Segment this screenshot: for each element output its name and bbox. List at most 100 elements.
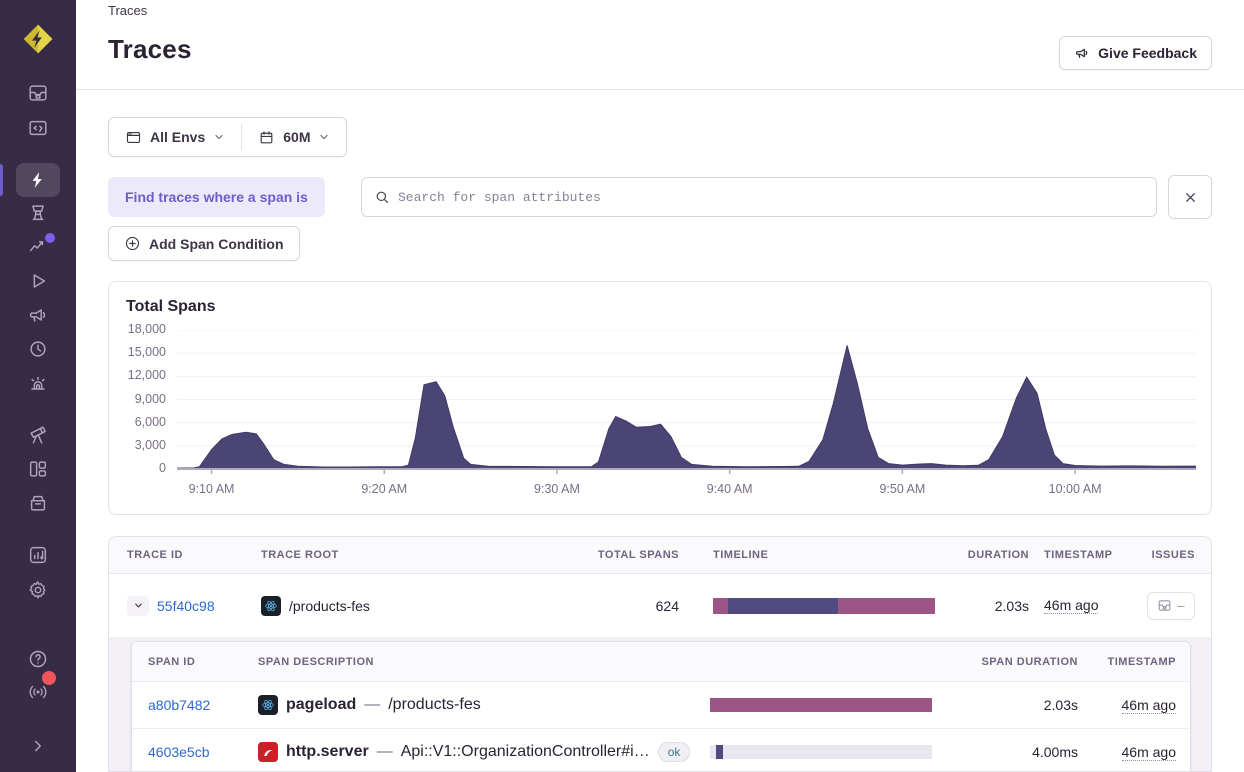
- span-description: /products-fes: [388, 696, 480, 714]
- span-description: Api::V1::OrganizationController#i…: [401, 743, 650, 761]
- sidebar-item-releases[interactable]: [16, 486, 60, 520]
- duration-bar-track: [710, 745, 932, 759]
- col-timestamp: TIMESTAMP: [1029, 549, 1119, 561]
- sidebar: [0, 0, 76, 772]
- dash-separator: —: [377, 743, 393, 761]
- find-traces-chip[interactable]: Find traces where a span is: [108, 177, 325, 217]
- close-icon: [1183, 190, 1198, 205]
- span-status-badge: ok: [658, 742, 691, 762]
- window-icon: [125, 129, 142, 146]
- x-axis-tick-label: 9:30 AM: [522, 482, 592, 496]
- sidebar-item-help[interactable]: [16, 642, 60, 676]
- expand-trace-button[interactable]: [127, 596, 149, 616]
- duration-bar-fill: [710, 698, 932, 712]
- telescope-icon: [27, 424, 49, 446]
- search-input[interactable]: [398, 190, 1144, 205]
- expanded-trace-zone: SPAN ID SPAN DESCRIPTION SPAN DURATION T…: [109, 637, 1211, 772]
- issues-icon: [1157, 598, 1172, 613]
- traces-lightning-icon: [28, 170, 48, 190]
- span-timestamp[interactable]: 46m ago: [1122, 744, 1176, 761]
- span-duration-bar: [710, 745, 932, 759]
- span-timestamp[interactable]: 46m ago: [1122, 697, 1176, 714]
- span-duration-bar: [710, 698, 932, 712]
- chevron-right-icon: [29, 737, 47, 755]
- sidebar-item-settings[interactable]: [16, 573, 60, 607]
- sidebar-item-stats[interactable]: [16, 538, 60, 572]
- span-id-link[interactable]: 4603e5cb: [148, 744, 210, 760]
- x-axis-tick-label: 9:40 AM: [695, 482, 765, 496]
- sidebar-item-replays[interactable]: [16, 264, 60, 298]
- environment-filter-label: All Envs: [150, 129, 205, 145]
- sidebar-collapse-button[interactable]: [16, 729, 60, 763]
- help-icon: [27, 648, 49, 670]
- environment-filter-button[interactable]: All Envs: [109, 118, 241, 156]
- trace-timeline-bar: [713, 598, 935, 614]
- timeline-cell: [713, 598, 939, 614]
- active-nav-indicator: [0, 164, 3, 196]
- col-timeline: TIMELINE: [713, 549, 939, 561]
- y-axis-tick-label: 15,000: [86, 345, 166, 359]
- megaphone-icon: [1074, 45, 1090, 61]
- timeline-segment: [728, 598, 838, 614]
- time-range-filter-label: 60M: [283, 129, 310, 145]
- siren-icon: [27, 373, 49, 395]
- chart-title: Total Spans: [126, 298, 216, 316]
- megaphone-icon: [27, 304, 49, 326]
- sidebar-item-discover[interactable]: [16, 418, 60, 452]
- span-id-link[interactable]: a80b7482: [148, 697, 210, 713]
- span-row: 4603e5cb http.server — Api::V1::Organiza…: [132, 729, 1190, 772]
- span-duration-value: 2.03s: [932, 697, 1078, 713]
- x-axis-tick-label: 10:00 AM: [1040, 482, 1110, 496]
- sidebar-item-dashboards[interactable]: [16, 452, 60, 486]
- find-traces-chip-label: Find traces where a span is: [125, 189, 308, 205]
- trace-issues-button[interactable]: –: [1147, 592, 1195, 620]
- rails-icon: [258, 742, 278, 762]
- timestamp-cell: 46m ago: [1029, 597, 1119, 614]
- timeline-segment: [713, 598, 728, 614]
- sidebar-item-profiling[interactable]: [16, 196, 60, 230]
- sidebar-item-issues[interactable]: [16, 76, 60, 110]
- timeline-segment: [838, 598, 935, 614]
- dash-separator: —: [364, 696, 380, 714]
- trace-id-cell: 55f40c98: [127, 596, 261, 616]
- releases-archive-icon: [27, 492, 49, 514]
- breadcrumb[interactable]: Traces: [108, 3, 147, 18]
- sidebar-item-feedback[interactable]: [16, 298, 60, 332]
- clear-search-button[interactable]: [1168, 175, 1212, 219]
- stats-icon: [27, 544, 49, 566]
- y-axis-tick-label: 3,000: [86, 438, 166, 452]
- traces-table-header: TRACE ID TRACE ROOT TOTAL SPANS TIMELINE…: [109, 537, 1211, 574]
- clock-icon: [27, 338, 49, 360]
- sidebar-item-alerts[interactable]: [16, 367, 60, 401]
- page-filter-bar: All Envs 60M: [108, 117, 347, 157]
- chevron-down-icon: [213, 131, 225, 143]
- col-span-timestamp: TIMESTAMP: [1078, 656, 1176, 668]
- org-logo-icon: [21, 22, 55, 56]
- x-axis-tick-label: 9:50 AM: [867, 482, 937, 496]
- span-duration-value: 4.00ms: [932, 744, 1078, 760]
- sidebar-item-projects[interactable]: [16, 111, 60, 145]
- react-icon: [261, 596, 281, 616]
- trace-timestamp[interactable]: 46m ago: [1044, 597, 1098, 614]
- col-issues: ISSUES: [1119, 549, 1195, 561]
- sidebar-item-traces[interactable]: [16, 163, 60, 197]
- col-trace-id: TRACE ID: [127, 549, 261, 561]
- sidebar-item-crons[interactable]: [16, 332, 60, 366]
- sentry-org-logo[interactable]: [21, 22, 55, 56]
- span-description-cell: http.server — Api::V1::OrganizationContr…: [258, 742, 710, 762]
- add-span-condition-button[interactable]: Add Span Condition: [108, 226, 300, 261]
- trace-root-cell: /products-fes: [261, 596, 583, 616]
- trace-id-link[interactable]: 55f40c98: [157, 598, 215, 614]
- search-icon: [374, 189, 390, 205]
- whats-new-notification-dot: [42, 671, 56, 685]
- y-axis-tick-label: 9,000: [86, 392, 166, 406]
- page-title: Traces: [108, 34, 192, 65]
- give-feedback-button[interactable]: Give Feedback: [1059, 36, 1212, 70]
- span-attribute-search[interactable]: [361, 177, 1157, 217]
- col-span-id: SPAN ID: [148, 656, 258, 668]
- spans-table-header: SPAN ID SPAN DESCRIPTION SPAN DURATION T…: [132, 642, 1190, 682]
- duration-value: 2.03s: [939, 598, 1029, 614]
- time-range-filter-button[interactable]: 60M: [242, 118, 346, 156]
- duration-bar-fill: [716, 745, 723, 759]
- projects-icon: [27, 117, 49, 139]
